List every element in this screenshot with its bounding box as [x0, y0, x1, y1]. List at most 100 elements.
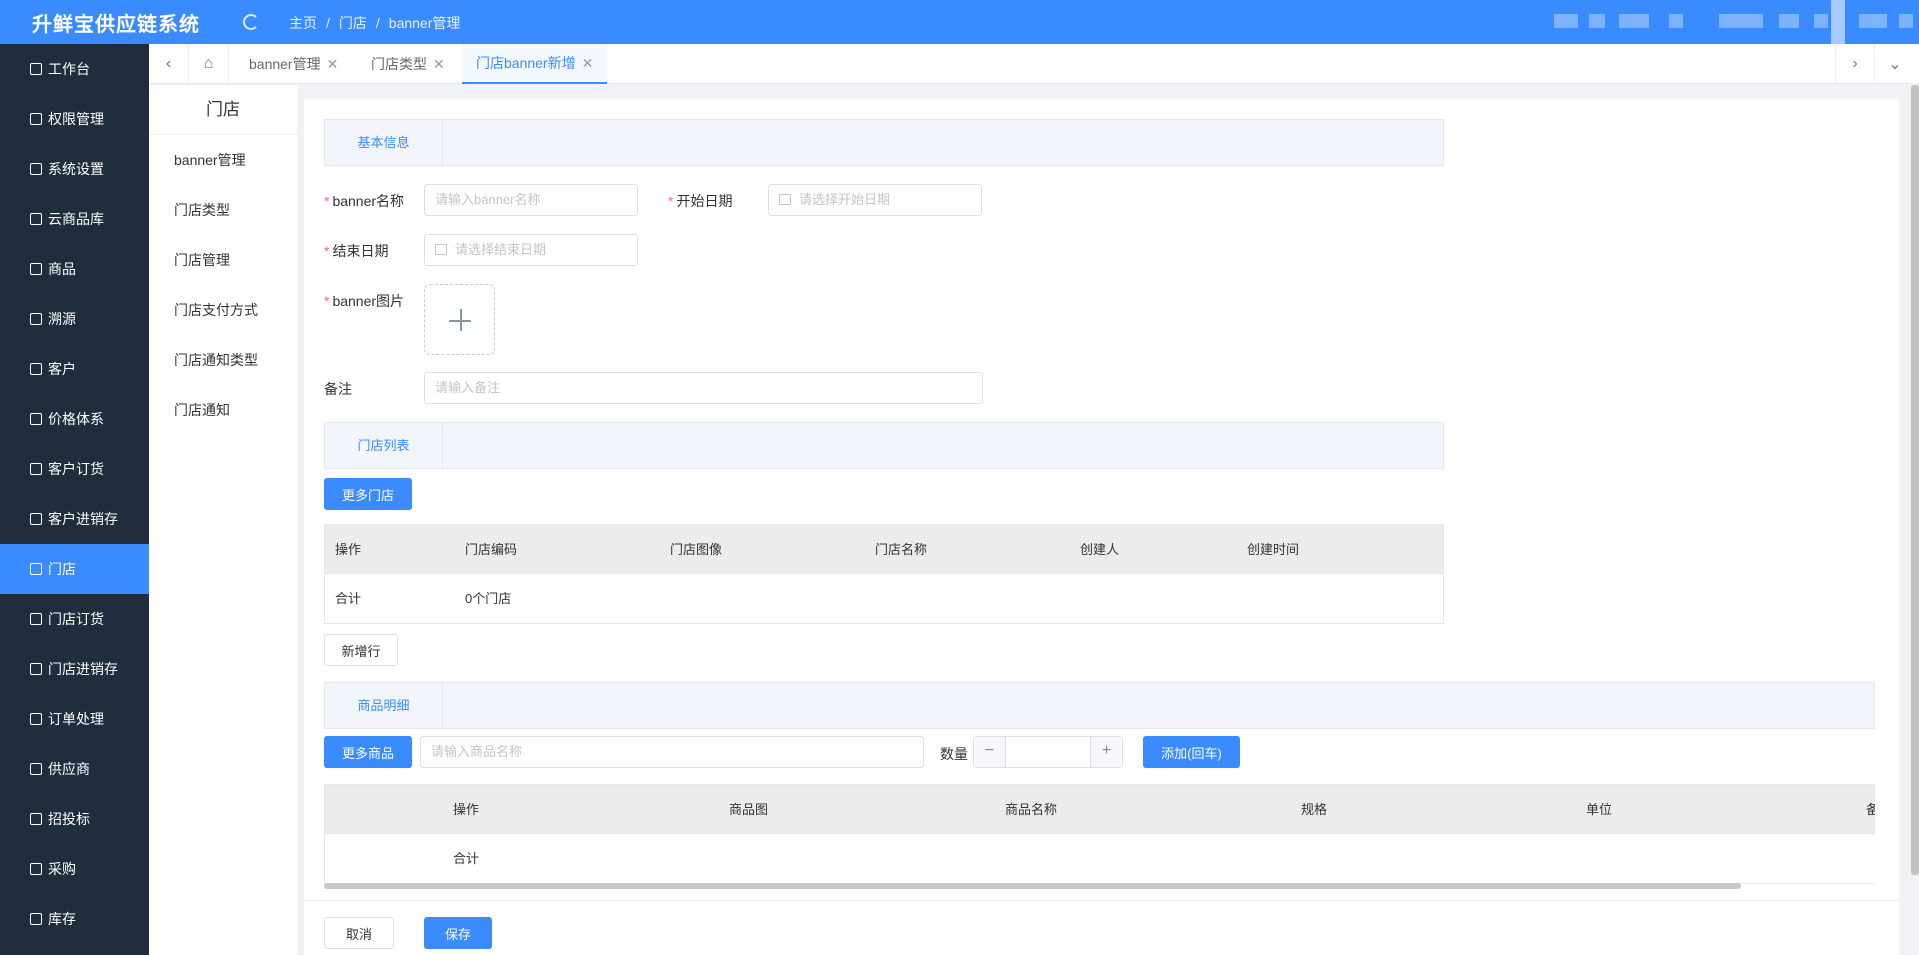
breadcrumb-separator: /	[375, 15, 380, 31]
column-header: 门店编码	[465, 542, 518, 557]
sidebar-item-label: 系统设置	[48, 161, 104, 177]
end-date-label: * 结束日期	[324, 241, 388, 261]
start-date-picker[interactable]: 请选择开始日期	[768, 184, 982, 216]
column-header: 操作	[453, 802, 480, 817]
tab-label: 门店类型	[371, 56, 427, 72]
submenu-item-notice[interactable]: 门店通知	[149, 385, 297, 435]
submenu-item-store-type[interactable]: 门店类型	[149, 185, 297, 235]
table-header: 操作 商品图 商品名称 规格 单位 备	[325, 785, 1875, 834]
cancel-button[interactable]: 取消	[324, 917, 394, 949]
sidebar-item-label: 客户	[48, 361, 76, 377]
close-icon[interactable]: ✕	[433, 56, 445, 73]
sidebar-item-label: 库存	[48, 911, 76, 927]
sidebar-item-label: 商品	[48, 261, 76, 277]
store-table: 操作 门店编码 门店图像 门店名称 创建人 创建时间 合计 0个门店	[324, 524, 1444, 624]
sidebar-item[interactable]: 门店	[0, 544, 149, 594]
tab-banner-manage[interactable]: banner管理 ✕	[249, 44, 338, 84]
sidebar-item-label: 溯源	[48, 311, 76, 327]
sidebar-item[interactable]: 客户	[0, 344, 149, 394]
add-enter-button[interactable]: 添加(回车)	[1143, 736, 1240, 768]
submenu-item-payment[interactable]: 门店支付方式	[149, 285, 297, 335]
quantity-stepper[interactable]: − +	[973, 736, 1123, 768]
breadcrumb-home[interactable]: 主页	[289, 15, 317, 31]
breadcrumb-store[interactable]: 门店	[339, 15, 367, 31]
goods-search-input[interactable]: 请输入商品名称	[420, 736, 924, 768]
end-date-picker[interactable]: 请选择结束日期	[424, 234, 638, 266]
main-panel: 基本信息 * banner名称 请输入banner名称 * 开始日期 请选择开始日期…	[304, 99, 1899, 955]
refresh-icon[interactable]	[243, 14, 259, 30]
sidebar-item[interactable]: 客户进销存	[0, 494, 149, 544]
label-text: 开始日期	[676, 193, 733, 209]
sidebar-item-label: 门店进销存	[48, 661, 118, 677]
chevron-left-icon[interactable]: ‹	[149, 44, 189, 84]
banner-name-input[interactable]: 请输入banner名称	[424, 184, 638, 216]
sidebar-item[interactable]: 门店进销存	[0, 644, 149, 694]
sidebar-item-label: 权限管理	[48, 111, 104, 127]
sidebar-item[interactable]: 订单处理	[0, 694, 149, 744]
add-row-button[interactable]: 新增行	[324, 634, 398, 666]
gear-icon	[30, 163, 42, 175]
sidebar-item[interactable]: 权限管理	[0, 94, 149, 144]
sidebar-item[interactable]: 溯源	[0, 294, 149, 344]
minus-icon[interactable]: −	[974, 737, 1006, 767]
price-icon	[30, 413, 42, 425]
home-icon[interactable]: ⌂	[189, 44, 229, 84]
column-header: 商品图	[729, 802, 769, 817]
required-mark: *	[324, 293, 330, 309]
sidebar-item[interactable]: 门店订货	[0, 594, 149, 644]
submenu-title: 门店	[149, 85, 297, 135]
sidebar-item[interactable]: 库存	[0, 894, 149, 944]
more-stores-button[interactable]: 更多门店	[324, 478, 412, 510]
total-label: 合计	[335, 591, 362, 606]
image-upload-plus-icon[interactable]	[424, 284, 495, 355]
column-header: 操作	[335, 542, 362, 557]
close-icon[interactable]: ✕	[327, 56, 339, 73]
sidebar: 工作台权限管理系统设置云商品库商品溯源客户价格体系客户订货客户进销存门店门店订货…	[0, 44, 149, 955]
vertical-scrollbar[interactable]	[1911, 85, 1919, 875]
banner-name-label: * banner名称	[324, 191, 404, 211]
label-text: banner名称	[332, 193, 405, 209]
sidebar-item[interactable]: 采购	[0, 844, 149, 894]
submenu-item-notice-type[interactable]: 门店通知类型	[149, 335, 297, 385]
column-header: 创建时间	[1247, 542, 1300, 557]
section-title: 基本信息	[325, 120, 443, 165]
goods-table: 操作 商品图 商品名称 规格 单位 备 合计	[324, 784, 1875, 884]
submenu-item-banner[interactable]: banner管理	[149, 135, 297, 185]
chevron-right-icon[interactable]: ›	[1835, 44, 1875, 84]
required-mark: *	[324, 193, 330, 209]
sidebar-item[interactable]: 云商品库	[0, 194, 149, 244]
sidebar-item-label: 客户订货	[48, 461, 104, 477]
tabs-bar: ‹ ⌂ banner管理 ✕ 门店类型 ✕ 门店banner新增 ✕ › ⌄	[149, 44, 1919, 84]
tab-store-banner-add[interactable]: 门店banner新增 ✕	[462, 44, 608, 84]
tab-store-type[interactable]: 门店类型 ✕	[371, 44, 445, 84]
sidebar-item[interactable]: 商品	[0, 244, 149, 294]
sidebar-item-label: 门店订货	[48, 611, 104, 627]
tab-label: 门店banner新增	[476, 55, 576, 71]
sidebar-item[interactable]: 工作台	[0, 44, 149, 94]
sidebar-item-label: 门店	[48, 561, 76, 577]
calendar-icon	[779, 194, 791, 205]
sidebar-item[interactable]: 招投标	[0, 794, 149, 844]
close-icon[interactable]: ✕	[582, 55, 594, 72]
chevron-down-icon[interactable]: ⌄	[1875, 44, 1915, 84]
supplier-icon	[30, 763, 42, 775]
sidebar-item[interactable]: 供应商	[0, 744, 149, 794]
quantity-input[interactable]	[1006, 737, 1090, 767]
sidebar-item[interactable]: 价格体系	[0, 394, 149, 444]
sidebar-item[interactable]: 客户订货	[0, 444, 149, 494]
column-header: 规格	[1301, 802, 1328, 817]
section-title: 门店列表	[325, 423, 443, 468]
start-date-label: * 开始日期	[668, 191, 732, 211]
sidebar-item-label: 采购	[48, 861, 76, 877]
more-goods-button[interactable]: 更多商品	[324, 736, 412, 768]
label-text: banner图片	[332, 293, 405, 309]
horizontal-scrollbar[interactable]	[324, 883, 1741, 889]
purchase-icon	[30, 863, 42, 875]
remark-input[interactable]: 请输入备注	[424, 372, 983, 404]
customer-icon	[30, 363, 42, 375]
sidebar-item[interactable]: 系统设置	[0, 144, 149, 194]
plus-icon[interactable]: +	[1090, 737, 1122, 767]
store-icon	[30, 563, 42, 575]
submenu-item-store-manage[interactable]: 门店管理	[149, 235, 297, 285]
save-button[interactable]: 保存	[424, 917, 492, 949]
